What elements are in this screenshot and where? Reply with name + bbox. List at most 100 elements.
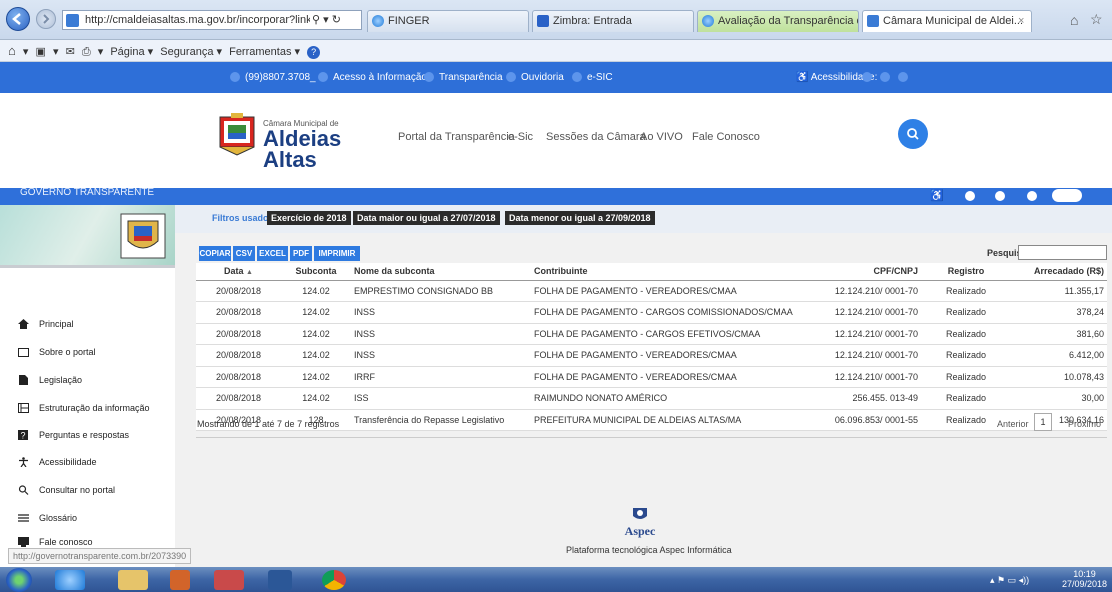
table-row[interactable]: 20/08/2018 124.02 INSS FOLHA DE PAGAMENT…	[196, 301, 1107, 324]
back-button[interactable]	[6, 7, 30, 31]
zoom-in-icon[interactable]	[995, 191, 1005, 201]
filter-chip-exercicio[interactable]: Exercício de 2018	[267, 211, 351, 225]
ie-icon	[372, 15, 384, 27]
feeds-icon[interactable]: ▣	[36, 41, 46, 63]
link-ouvidoria[interactable]: Ouvidoria	[506, 62, 564, 93]
menu-ferramentas[interactable]: Ferramentas ▾	[229, 41, 300, 63]
menu-pagina[interactable]: Página ▾	[110, 41, 153, 63]
sidebar-item-label: Principal	[39, 319, 74, 329]
cell-cpf-cnpj: 12.124.210/ 0001-70	[811, 301, 921, 324]
pagination-next[interactable]: Próximo	[1068, 419, 1101, 429]
site-search-button[interactable]	[898, 119, 928, 149]
tab-finger[interactable]: FINGER	[367, 10, 529, 32]
col-nome-subconta[interactable]: Nome da subconta	[351, 263, 531, 281]
filter-chip-data-maior[interactable]: Data maior ou igual a 27/07/2018	[353, 211, 500, 225]
font-decrease-icon[interactable]	[898, 72, 908, 82]
cell-subconta: 124.02	[281, 366, 351, 388]
col-contribuinte[interactable]: Contribuinte	[531, 263, 811, 281]
cell-contribuinte: FOLHA DE PAGAMENTO - VEREADORES/CMAA	[531, 366, 811, 388]
sidebar-item-label: Consultar no portal	[39, 485, 116, 495]
dropdown-icon[interactable]: ▾	[23, 41, 29, 63]
taskbar-clock[interactable]: 10:19 27/09/2018	[1062, 569, 1107, 589]
state-crest-logo	[120, 213, 166, 259]
dropdown-icon[interactable]: ▾	[53, 41, 59, 63]
link-label: Transparência	[439, 72, 503, 83]
start-button[interactable]	[6, 568, 32, 592]
link-acesso-info[interactable]: Acesso à Informação	[318, 62, 427, 93]
table-row[interactable]: 20/08/2018 124.02 IRRF FOLHA DE PAGAMENT…	[196, 366, 1107, 388]
table-search-input[interactable]	[1018, 245, 1107, 260]
browser-status-url: http://governotransparente.com.br/207339…	[8, 548, 192, 564]
excel-button[interactable]: EXCEL	[257, 246, 288, 261]
tab-camara[interactable]: Câmara Municipal de Aldei... ×	[862, 10, 1032, 32]
link-esic[interactable]: e-SIC	[572, 62, 613, 93]
home-icon[interactable]: ⌂	[1070, 12, 1078, 28]
theme-toggle[interactable]	[1052, 189, 1082, 202]
accessibility-icon	[19, 457, 28, 467]
cell-data: 20/08/2018	[196, 387, 281, 410]
contrast-icon[interactable]	[965, 191, 975, 201]
pagination-page[interactable]: 1	[1034, 413, 1052, 431]
col-registro[interactable]: Registro	[921, 263, 1011, 281]
command-bar: ⌂ ▾ ▣ ▾ ✉ ⎙ ▾ Página ▾ Segurança ▾ Ferra…	[0, 40, 1112, 62]
search-icon[interactable]: ⚲	[312, 14, 320, 26]
table-row[interactable]: 20/08/2018 124.02 ISS RAIMUNDO NONATO AM…	[196, 387, 1107, 410]
zoom-out-icon[interactable]	[1027, 191, 1037, 201]
font-increase-icon[interactable]	[880, 72, 890, 82]
home-icon[interactable]: ⌂	[8, 40, 16, 62]
col-data[interactable]: Data ▲	[196, 263, 281, 281]
table-row[interactable]: 20/08/2018 124.02 INSS FOLHA DE PAGAMENT…	[196, 344, 1107, 367]
favorites-star-icon[interactable]: ☆	[1090, 11, 1103, 28]
phone-number: (99)8807.3708_	[245, 72, 316, 83]
table-footer-divider	[196, 437, 1107, 438]
taskbar-word-icon[interactable]	[268, 570, 292, 590]
address-controls[interactable]: ⚲ ▾ ↻	[310, 12, 343, 28]
tab-avaliacao[interactable]: Avaliação da Transparência do...	[697, 10, 859, 32]
col-arrecadado[interactable]: Arrecadado (R$)	[1011, 263, 1107, 281]
nav-sessoes[interactable]: Sessões da Câmara	[546, 131, 646, 143]
nav-fale-conosco[interactable]: Fale Conosco	[692, 131, 760, 143]
nav-portal-transparencia[interactable]: Portal da Transparência	[398, 131, 515, 143]
pagination-prev[interactable]: Anterior	[997, 419, 1029, 429]
cell-contribuinte: RAIMUNDO NONATO AMÉRICO	[531, 387, 811, 410]
cell-subconta: 124.02	[281, 323, 351, 345]
nav-ao-vivo[interactable]: Ao VIVO	[640, 131, 683, 143]
taskbar-paint-icon[interactable]	[214, 570, 244, 590]
forward-arrow-icon	[43, 14, 50, 24]
svg-text:?: ?	[21, 431, 26, 441]
taskbar-chrome-icon[interactable]	[322, 570, 346, 590]
contrast-icon[interactable]	[862, 72, 872, 82]
taskbar-ie-icon[interactable]	[55, 570, 85, 590]
col-cpf-cnpj[interactable]: CPF/CNPJ	[811, 263, 921, 281]
tray-icons[interactable]: ▴ ⚑ ▭ ◂))	[990, 575, 1029, 586]
cell-registro: Realizado	[921, 344, 1011, 367]
mail-icon[interactable]: ✉	[66, 41, 75, 63]
col-subconta[interactable]: Subconta	[281, 263, 351, 281]
sidebar-item-label: Perguntas e respostas	[39, 430, 130, 440]
forward-button[interactable]	[36, 9, 56, 29]
table-row[interactable]: 20/08/2018 124.02 EMPRESTIMO CONSIGNADO …	[196, 280, 1107, 302]
copy-button[interactable]: COPIAR	[199, 246, 231, 261]
tab-close-icon[interactable]: ×	[1018, 11, 1024, 31]
pdf-button[interactable]: PDF	[290, 246, 312, 261]
taskbar-explorer-icon[interactable]	[118, 570, 148, 590]
cell-nome-subconta: EMPRESTIMO CONSIGNADO BB	[351, 280, 531, 302]
table-row[interactable]: 20/08/2018 124.02 INSS FOLHA DE PAGAMENT…	[196, 323, 1107, 345]
csv-button[interactable]: CSV	[233, 246, 255, 261]
accessibility-icon[interactable]: ♿	[930, 189, 944, 202]
print-icon[interactable]: ⎙	[82, 41, 91, 63]
tab-zimbra[interactable]: Zimbra: Entrada	[532, 10, 694, 32]
print-button[interactable]: IMPRIMIR	[314, 246, 360, 261]
cell-arrecadado: 378,24	[1011, 301, 1107, 324]
cell-arrecadado: 10.078,43	[1011, 366, 1107, 388]
filter-chip-data-menor[interactable]: Data menor ou igual a 27/09/2018	[505, 211, 655, 225]
nav-esic[interactable]: e-Sic	[508, 131, 533, 143]
refresh-icon[interactable]: ↻	[332, 14, 341, 26]
dropdown-icon[interactable]: ▾	[98, 41, 104, 63]
taskbar-outlook-icon[interactable]	[170, 570, 190, 590]
menu-seguranca[interactable]: Segurança ▾	[160, 41, 222, 63]
dropdown-icon[interactable]: ▾	[323, 14, 329, 26]
help-icon[interactable]: ?	[307, 45, 321, 59]
cell-subconta: 124.02	[281, 344, 351, 367]
link-transparencia[interactable]: Transparência	[424, 62, 503, 93]
